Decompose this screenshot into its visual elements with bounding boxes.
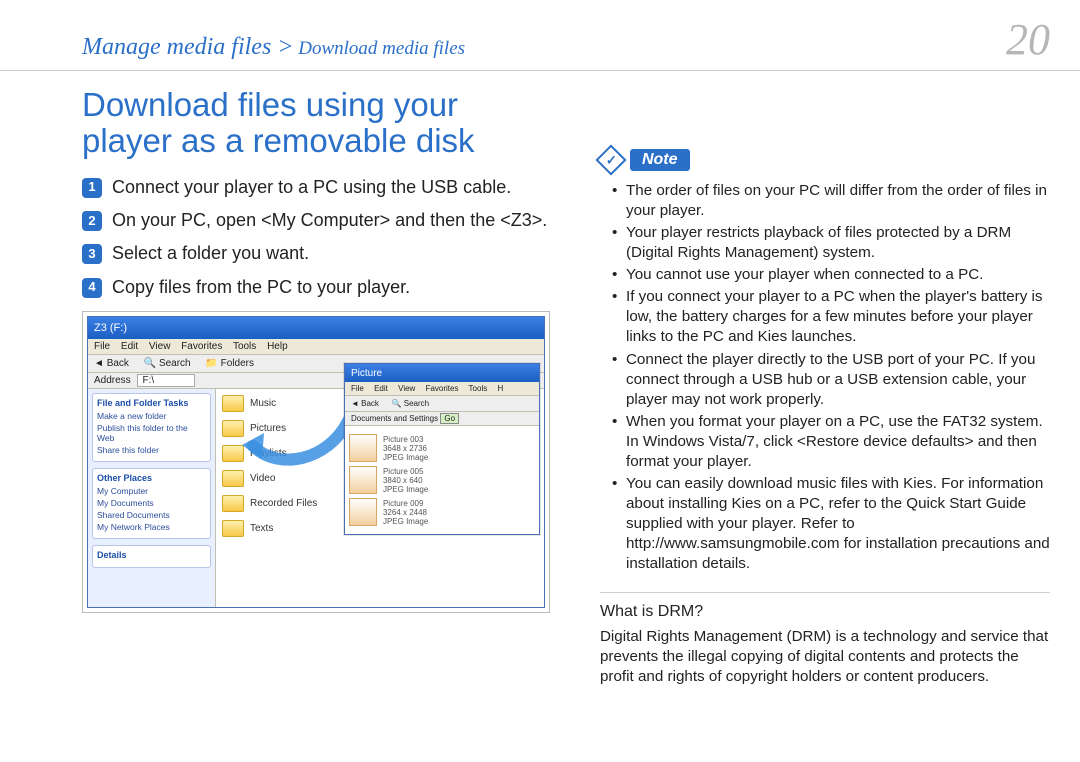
note-item: If you connect your player to a PC when …: [600, 287, 1050, 347]
note-list: The order of files on your PC will diffe…: [600, 181, 1050, 574]
folder-icon: [222, 445, 244, 462]
picture-window: Picture File Edit View Favorites Tools H…: [344, 363, 540, 535]
breadcrumb-main: Manage media files >: [82, 34, 294, 60]
step-text: Connect your player to a PC using the US…: [112, 176, 511, 199]
step-item: 4 Copy files from the PC to your player.: [82, 276, 550, 299]
image-thumb-icon: [349, 434, 377, 462]
step-text: On your PC, open <My Computer> and then …: [112, 209, 547, 232]
steps-list: 1 Connect your player to a PC using the U…: [82, 176, 550, 300]
step-item: 2 On your PC, open <My Computer> and then…: [82, 209, 550, 232]
right-column: ✓ Note The order of files on your PC wil…: [600, 87, 1050, 687]
note-item: The order of files on your PC will diffe…: [600, 181, 1050, 221]
step-number-icon: 4: [82, 278, 102, 298]
image-thumb-icon: [349, 466, 377, 494]
page-title: Download files using your player as a re…: [82, 87, 550, 160]
page-number: 20: [1006, 18, 1050, 62]
drm-body: Digital Rights Management (DRM) is a tec…: [600, 627, 1050, 687]
task-pane: File and Folder Tasks Make a new folder …: [88, 389, 216, 608]
folder-icon: [222, 495, 244, 512]
breadcrumb-sub: Download media files: [294, 38, 466, 59]
image-thumb-icon: [349, 498, 377, 526]
folder-icon: [222, 470, 244, 487]
note-item: You cannot use your player when connecte…: [600, 265, 1050, 285]
folder-icon: [222, 520, 244, 537]
folder-icon: [222, 395, 244, 412]
step-number-icon: 2: [82, 211, 102, 231]
page-header: Manage media files > Download media file…: [0, 0, 1080, 71]
note-item: You can easily download music files with…: [600, 474, 1050, 574]
step-item: 1 Connect your player to a PC using the U…: [82, 176, 550, 199]
window-titlebar: Z3 (F:): [88, 317, 544, 339]
folder-icon: [222, 420, 244, 437]
menu-bar: File Edit View Favorites Tools Help: [88, 339, 544, 355]
drm-heading: What is DRM?: [600, 603, 1050, 621]
window-title: Z3 (F:): [94, 322, 127, 334]
note-badge: Note: [630, 149, 690, 171]
note-item: When you format your player on a PC, use…: [600, 412, 1050, 472]
note-item: Your player restricts playback of files …: [600, 223, 1050, 263]
explorer-screenshot: Z3 (F:) File Edit View Favorites Tools H…: [82, 311, 550, 613]
step-item: 3 Select a folder you want.: [82, 242, 550, 265]
left-column: Download files using your player as a re…: [82, 87, 550, 687]
step-number-icon: 3: [82, 244, 102, 264]
breadcrumb: Manage media files > Download media file…: [82, 34, 465, 61]
note-item: Connect the player directly to the USB p…: [600, 350, 1050, 410]
step-number-icon: 1: [82, 178, 102, 198]
divider: [600, 592, 1050, 593]
step-text: Select a folder you want.: [112, 242, 309, 265]
note-check-icon: ✓: [595, 144, 626, 175]
note-header: ✓ Note: [600, 149, 1050, 171]
step-text: Copy files from the PC to your player.: [112, 276, 410, 299]
